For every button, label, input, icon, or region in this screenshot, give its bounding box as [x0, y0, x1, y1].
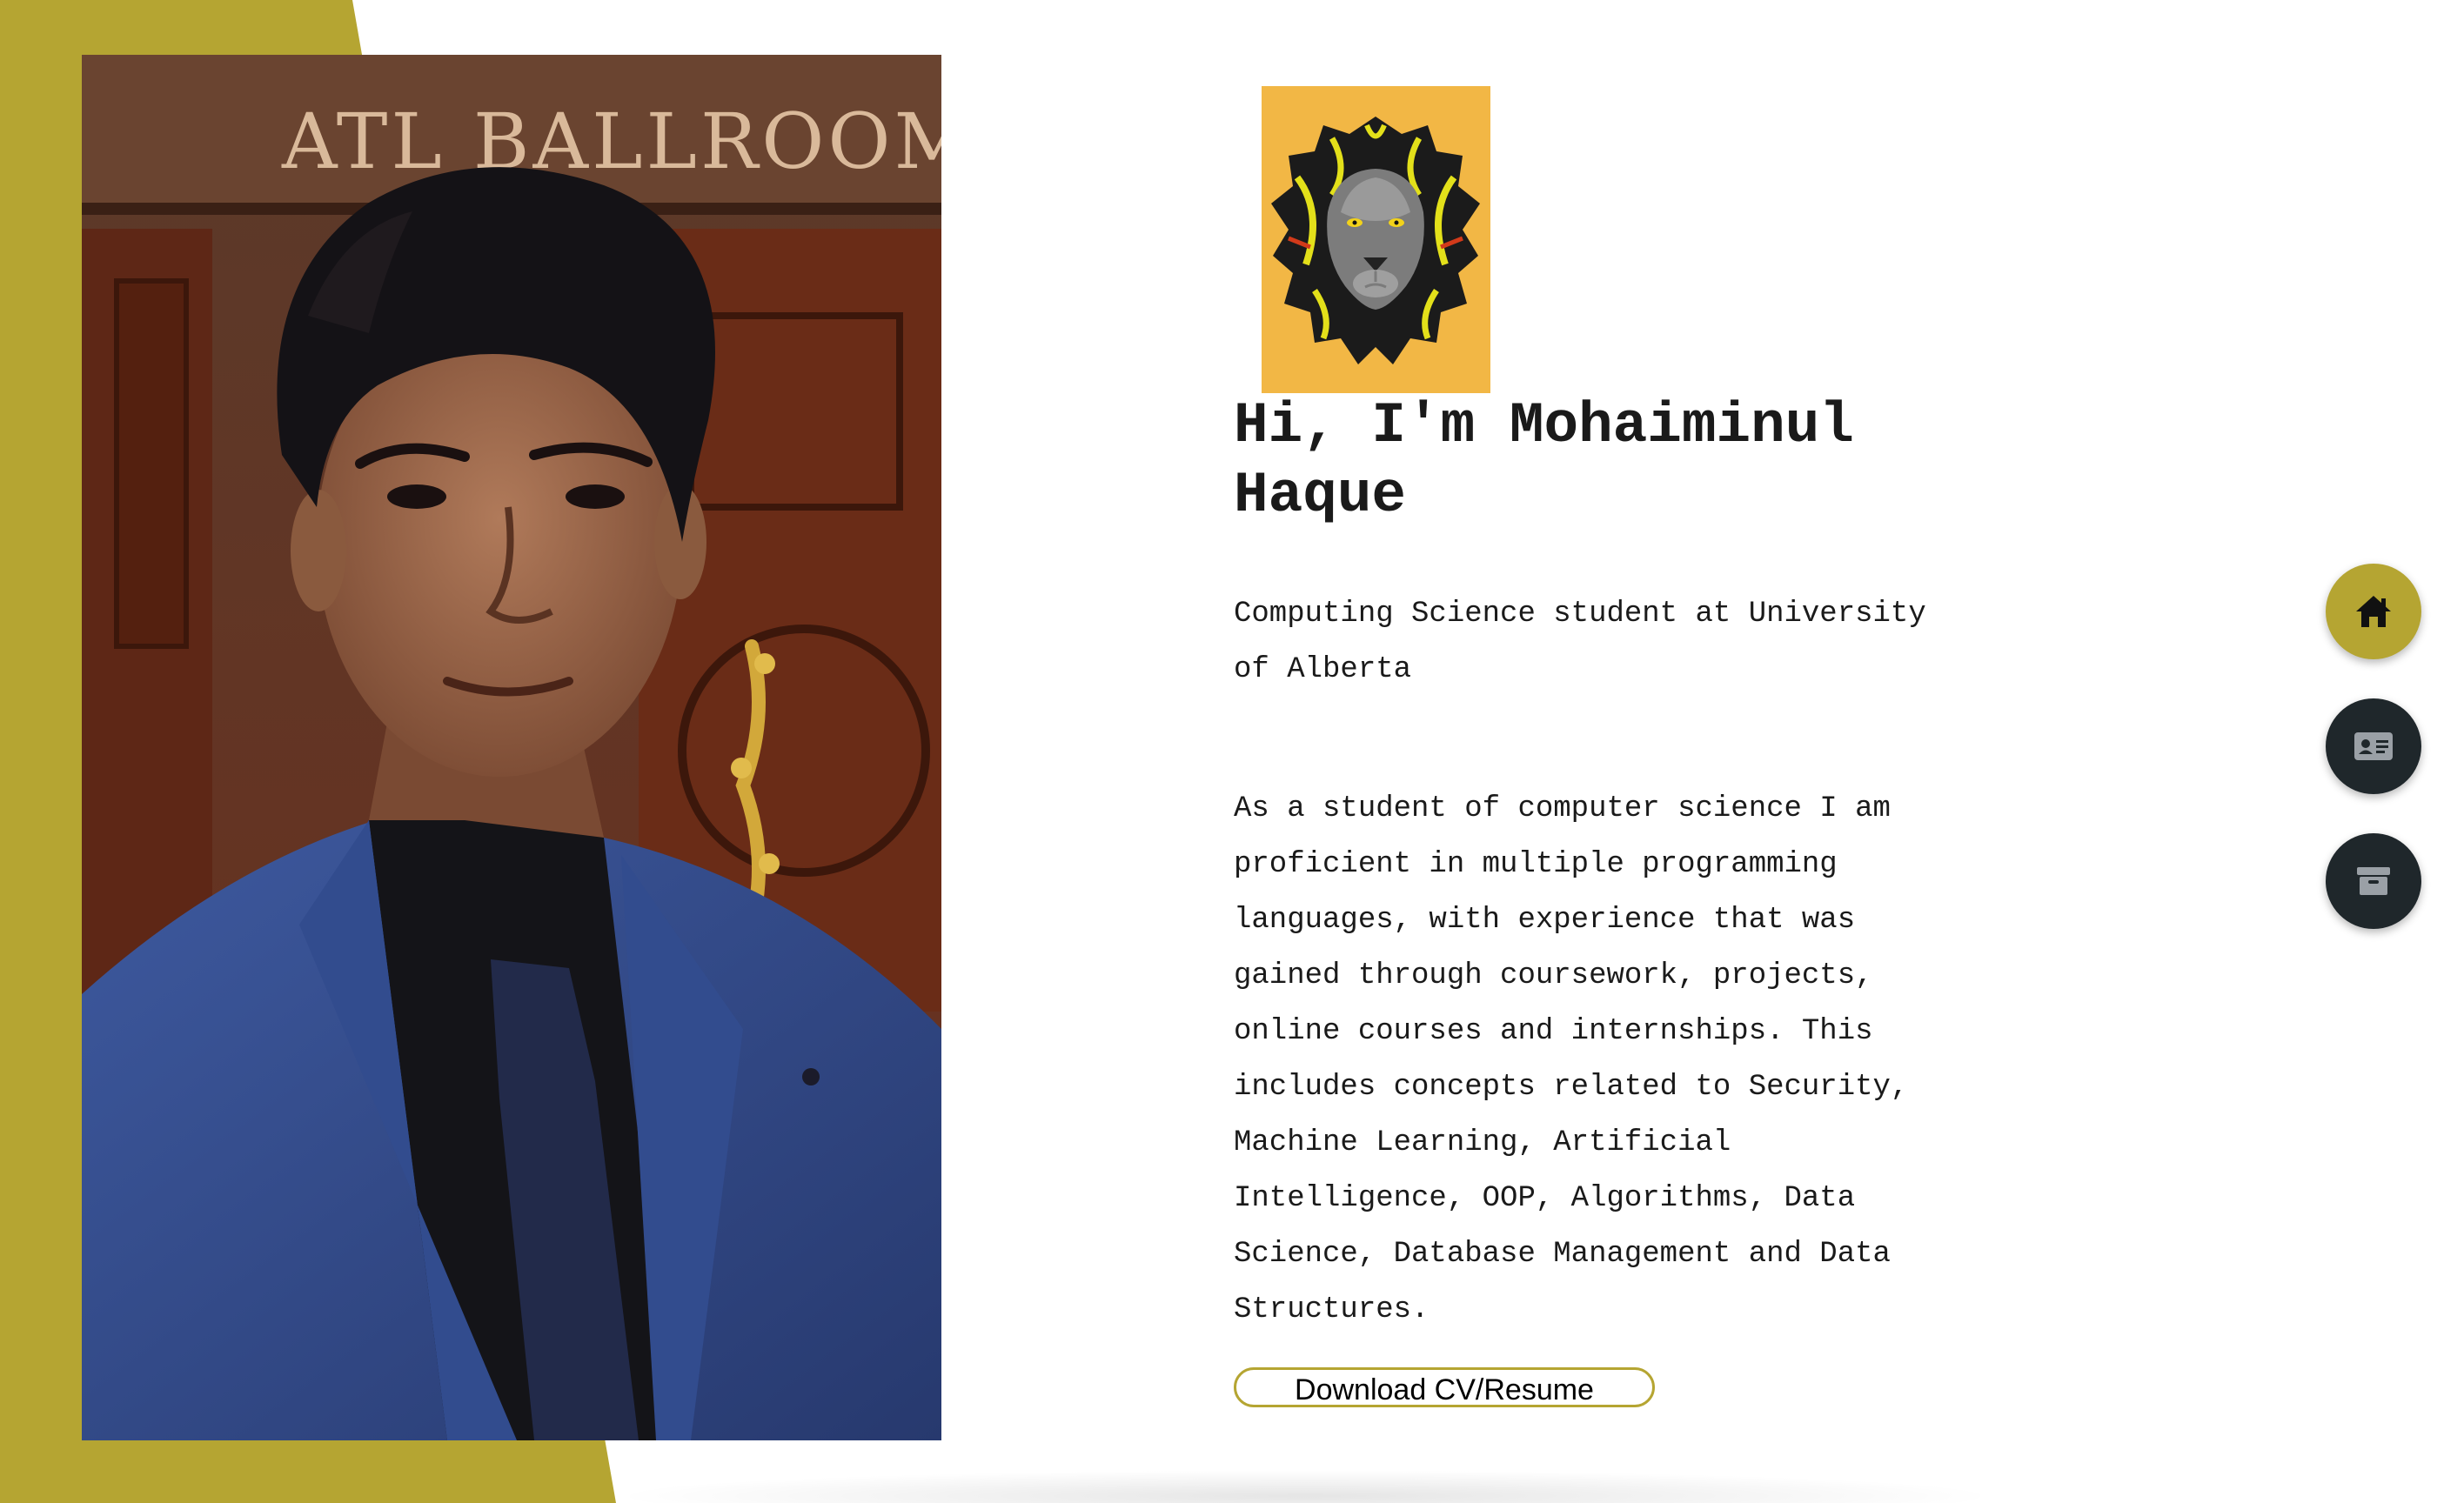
hero-content: Hi, I'm Mohaiminul Haque Computing Scien… [1234, 391, 1982, 1338]
section-shadow [609, 1470, 2001, 1503]
archive-icon [2357, 867, 2390, 895]
nav-home-button[interactable] [2326, 564, 2421, 659]
download-cv-button[interactable]: Download CV/Resume [1234, 1367, 1655, 1407]
id-card-icon [2354, 732, 2393, 760]
page-title: Hi, I'm Mohaiminul Haque [1234, 393, 1854, 528]
nav-about-button[interactable] [2326, 698, 2421, 794]
ballroom-sign-text: ATL BALLROOM [281, 97, 941, 186]
profile-photo: ATL BALLROOM [82, 55, 941, 1440]
home-icon [2356, 596, 2391, 627]
nav-portfolio-button[interactable] [2326, 833, 2421, 929]
lion-logo [1262, 86, 1490, 393]
hero-subtitle: Computing Science student at University … [1234, 598, 1926, 686]
page: ATL BALLROOM Hi, I'm Mohaiminul Haque Co… [0, 0, 2464, 1503]
hero-bio: As a student of computer science I am pr… [1234, 792, 1909, 1326]
